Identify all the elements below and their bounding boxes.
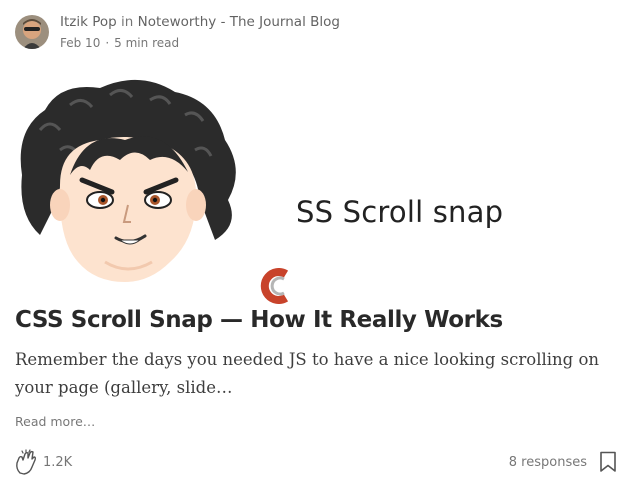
clap-icon[interactable] — [13, 449, 39, 475]
author-avatar[interactable] — [15, 15, 49, 49]
byline-connector: in — [121, 13, 134, 30]
post-subtitle[interactable]: Remember the days you needed JS to have … — [15, 346, 615, 402]
hero-caption: SS Scroll snap — [296, 195, 504, 229]
cartoon-face-illustration — [20, 79, 236, 282]
post-meta: Itzik Pop in Noteworthy - The Journal Bl… — [60, 13, 340, 52]
footer-actions: 8 responses — [509, 451, 617, 473]
publication-name[interactable]: Noteworthy - The Journal Blog — [138, 14, 340, 30]
separator-dot: · — [105, 35, 110, 50]
post-title[interactable]: CSS Scroll Snap — How It Really Works — [15, 304, 503, 336]
byline: Itzik Pop in Noteworthy - The Journal Bl… — [60, 13, 340, 31]
css-logo-c-icon — [260, 268, 289, 304]
bookmark-icon[interactable] — [599, 451, 617, 473]
post-header: Itzik Pop in Noteworthy - The Journal Bl… — [15, 12, 340, 52]
author-name[interactable]: Itzik Pop — [60, 14, 117, 30]
post-footer: 1.2K 8 responses — [13, 448, 617, 476]
date-line: Feb 10 · 5 min read — [60, 34, 340, 52]
read-time: 5 min read — [114, 35, 180, 50]
responses-link[interactable]: 8 responses — [509, 455, 587, 470]
post-date: Feb 10 — [60, 35, 101, 50]
read-more-link[interactable]: Read more… — [15, 414, 95, 429]
claps-group: 1.2K — [13, 449, 72, 475]
hero-image[interactable] — [0, 70, 637, 304]
clap-count: 1.2K — [43, 454, 73, 470]
